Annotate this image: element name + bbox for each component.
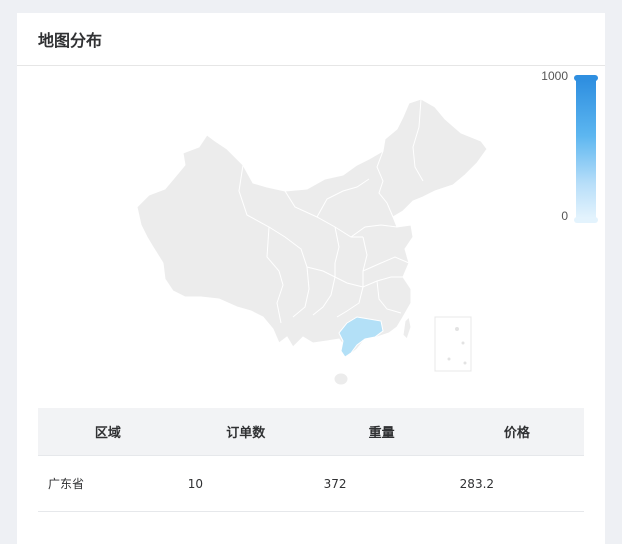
visual-map-gradient-bar[interactable] [576, 80, 596, 218]
table-cell-orders: 10 [177, 455, 314, 512]
visual-map-legend[interactable]: 1000 0 [541, 69, 598, 223]
table-row[interactable]: 广东省 10 372 283.2 [38, 455, 584, 512]
table-cell-weight: 372 [313, 455, 450, 512]
table-header-weight: 重量 [313, 408, 450, 456]
table-header-row: 区域 订单数 重量 价格 [38, 408, 584, 456]
visual-map-min-label: 0 [561, 209, 568, 223]
map-region-hainan[interactable] [333, 372, 349, 386]
map-region-taiwan[interactable] [402, 315, 412, 340]
table-header-region: 区域 [38, 408, 178, 456]
table-cell-region: 广东省 [38, 455, 178, 512]
china-map[interactable] [17, 67, 605, 397]
visual-map-max-label: 1000 [541, 69, 568, 83]
region-table: 区域 订单数 重量 价格 广东省 10 372 283.2 [38, 408, 584, 512]
table-header-price: 价格 [449, 408, 584, 456]
card-title: 地图分布 [38, 31, 103, 50]
map-distribution-card: 地图分布 1000 0 区域 订单数 重量 价格 广东省 10 372 283.… [17, 13, 605, 544]
china-map-svg[interactable] [17, 67, 605, 397]
visual-map-bottom-handle[interactable] [574, 217, 598, 223]
table-header-orders: 订单数 [177, 408, 314, 456]
card-header: 地图分布 [17, 13, 605, 66]
table-cell-price: 283.2 [449, 455, 584, 512]
south-china-sea-islands [447, 327, 467, 365]
